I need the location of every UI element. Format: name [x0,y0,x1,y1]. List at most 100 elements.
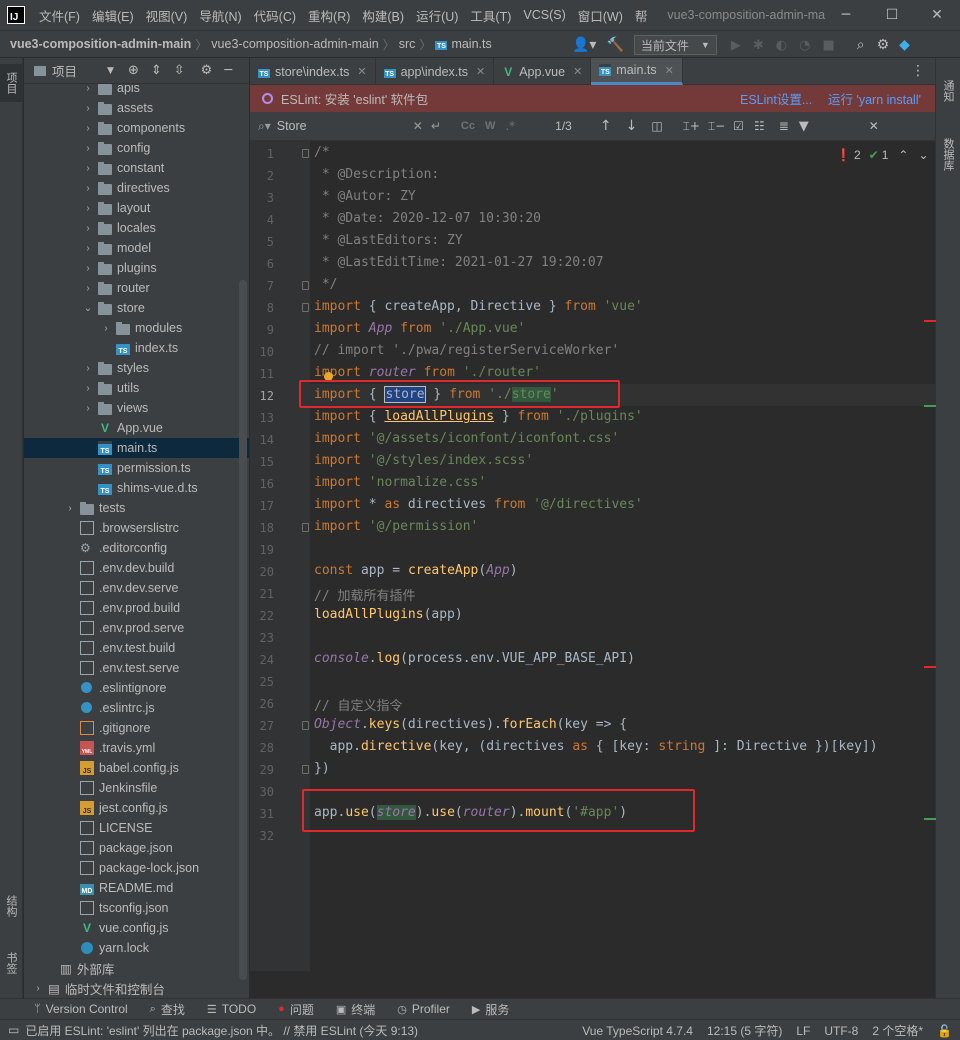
chevron-right-icon[interactable]: › [82,183,94,194]
code-line[interactable]: import router from './router' [314,365,541,380]
next-occurrence-icon[interactable]: ↓ [626,118,638,134]
chevron-right-icon[interactable]: › [82,383,94,394]
tree-scrollbar[interactable] [239,280,247,980]
more-tabs-icon[interactable]: ⋮ [911,58,935,84]
tree-item[interactable]: ⚙ .editorconfig [24,538,249,558]
editor-tab[interactable]: TS app\index.ts ✕ [376,58,495,85]
profile-icon[interactable]: ◔ [799,38,810,53]
code-line[interactable]: /* [314,145,330,160]
intellij-logo-icon[interactable]: IJ [7,6,25,24]
scratches-and-consoles[interactable]: › ▤ 临时文件和控制台 [24,978,249,998]
tree-item[interactable]: .eslintrc.js [24,698,249,718]
menu-item[interactable]: 导航(N) [199,6,241,25]
tree-item[interactable]: TS main.ts [24,438,249,458]
gear-icon[interactable]: ⚙ [201,63,213,78]
file-encoding[interactable]: UTF-8 [824,1024,858,1038]
line-number[interactable]: 8 [250,301,274,315]
fold-marker-icon[interactable] [302,281,309,290]
close-tab-icon[interactable]: ✕ [476,65,485,78]
line-number[interactable]: 29 [250,763,274,777]
chevron-up-icon[interactable]: ⌃ [898,148,908,162]
line-number[interactable]: 25 [250,675,274,689]
code-line[interactable]: }) [314,761,330,776]
tree-item[interactable]: › router [24,278,249,298]
coverage-icon[interactable]: ◐ [776,38,787,53]
line-number[interactable]: 15 [250,455,274,469]
line-number[interactable]: 21 [250,587,274,601]
minimize-icon[interactable]: ─ [823,0,869,30]
tree-item[interactable]: Vvue.config.js [24,918,249,938]
tree-item[interactable]: LICENSE [24,818,249,838]
change-stripe-mark[interactable] [924,405,936,407]
chevron-down-icon[interactable]: ▼ [107,66,114,76]
terminal-tool[interactable]: ▣ 终端 [336,1001,375,1018]
line-number[interactable]: 5 [250,235,274,249]
code-line[interactable]: // 自定义指令 [314,695,402,714]
project-panel-title[interactable]: 项目 [52,61,77,80]
tree-item[interactable]: .env.dev.build [24,558,249,578]
code-line[interactable]: app.directive(key, (directives as { [key… [314,739,878,754]
user-icon[interactable]: 👤▾ [572,37,596,53]
tree-item[interactable]: tsconfig.json [24,898,249,918]
tree-item[interactable]: › utils [24,378,249,398]
line-number[interactable]: 13 [250,411,274,425]
line-number[interactable]: 12 [250,389,274,403]
whole-words-toggle[interactable]: W [485,120,495,132]
find-input[interactable] [276,119,417,133]
menu-item[interactable]: 运行(U) [416,6,458,25]
previous-occurrence-icon[interactable]: ↑ [600,118,612,134]
lock-icon[interactable]: 🔓 [937,1024,952,1038]
menu-item[interactable]: 工具(T) [470,6,511,25]
tree-item[interactable]: TS index.ts [24,338,249,358]
code-line[interactable]: * @Description: [314,167,439,182]
code-line[interactable]: Object.keys(directives).forEach(key => { [314,717,627,732]
menu-item[interactable]: 文件(F) [39,6,80,25]
breadcrumb-module[interactable]: vue3-composition-admin-main [211,37,378,51]
code-line[interactable]: loadAllPlugins(app) [314,607,463,622]
filter-icon[interactable]: ▼ [799,119,809,134]
chevron-right-icon[interactable]: › [82,243,94,254]
breadcrumb-project[interactable]: vue3-composition-admin-main [10,37,191,51]
line-number[interactable]: 3 [250,191,274,205]
language-service[interactable]: Vue TypeScript 4.7.4 [582,1024,693,1038]
filter-lines-icon[interactable]: ☷ [754,119,765,133]
code-line[interactable]: // 加载所有插件 [314,585,415,604]
code-line[interactable]: // import './pwa/registerServiceWorker' [314,343,619,358]
tree-item[interactable]: .env.prod.build [24,598,249,618]
code-line[interactable]: * @LastEditTime: 2021-01-27 19:20:07 [314,255,604,270]
error-stripe-mark[interactable] [924,666,936,668]
code-line[interactable]: * @Date: 2020-12-07 10:30:20 [314,211,541,226]
tree-item[interactable]: Jenkinsfile [24,778,249,798]
project-tool-tab[interactable]: 项目 [0,64,22,102]
menu-item[interactable]: 重构(R) [308,6,350,25]
tree-item[interactable]: TS shims-vue.d.ts [24,478,249,498]
tree-item[interactable]: › config [24,138,249,158]
tree-item[interactable]: YML .travis.yml [24,738,249,758]
editor-tab[interactable]: V App.vue ✕ [494,58,592,85]
run-config-select[interactable]: 当前文件 ▼ [633,35,717,55]
line-number[interactable]: 18 [250,521,274,535]
tree-item[interactable]: .env.prod.serve [24,618,249,638]
code-editor[interactable]: /* * @Description: * @Autor: ZY * @Date:… [310,141,935,971]
chevron-right-icon[interactable]: › [82,263,94,274]
close-tab-icon[interactable]: ✕ [573,65,582,78]
match-case-toggle[interactable]: Cc [461,120,475,132]
caret-position[interactable]: 12:15 (5 字符) [707,1022,782,1039]
add-selection-icon[interactable]: ⌶+ [683,119,700,134]
tree-item[interactable]: › modules [24,318,249,338]
select-all-icon[interactable]: ☑ [733,119,744,133]
structure-tool-tab[interactable]: 结构 [0,886,22,926]
build-hammer-icon[interactable]: 🔨 [606,37,623,53]
hide-icon[interactable]: ─ [224,63,232,78]
line-number[interactable]: 6 [250,257,274,271]
open-in-window-icon[interactable]: ◫ [651,119,662,133]
fold-marker-icon[interactable] [302,303,309,312]
editor-tab[interactable]: TS store\index.ts ✕ [250,58,376,85]
code-line[interactable]: * @LastEditors: ZY [314,233,463,248]
tree-item[interactable]: TS permission.ts [24,458,249,478]
menu-item[interactable]: 窗口(W) [578,6,623,25]
maximize-icon[interactable]: ☐ [869,0,915,30]
menu-item[interactable]: 构建(B) [362,6,404,25]
clear-icon[interactable]: ✕ [413,119,423,133]
chevron-down-icon[interactable]: ⌄ [82,303,94,314]
